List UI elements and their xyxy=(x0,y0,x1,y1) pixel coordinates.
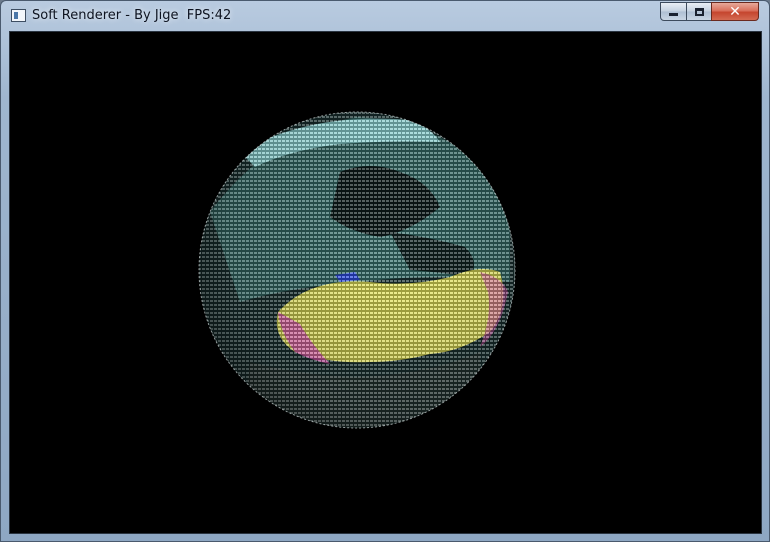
minimize-icon xyxy=(669,13,678,16)
earth-globe xyxy=(198,111,516,429)
minimize-button[interactable] xyxy=(660,2,687,21)
maximize-icon xyxy=(694,7,704,16)
window-title: Soft Renderer - By Jige FPS:42 xyxy=(32,8,232,23)
app-icon[interactable] xyxy=(11,9,26,22)
maximize-button[interactable] xyxy=(686,2,712,21)
close-button[interactable]: ✕ xyxy=(711,2,759,21)
close-icon: ✕ xyxy=(729,3,741,20)
app-window: Soft Renderer - By Jige FPS:42 ✕ xyxy=(0,0,770,542)
render-viewport[interactable] xyxy=(9,31,762,534)
title-bar[interactable]: Soft Renderer - By Jige FPS:42 ✕ xyxy=(1,1,769,31)
